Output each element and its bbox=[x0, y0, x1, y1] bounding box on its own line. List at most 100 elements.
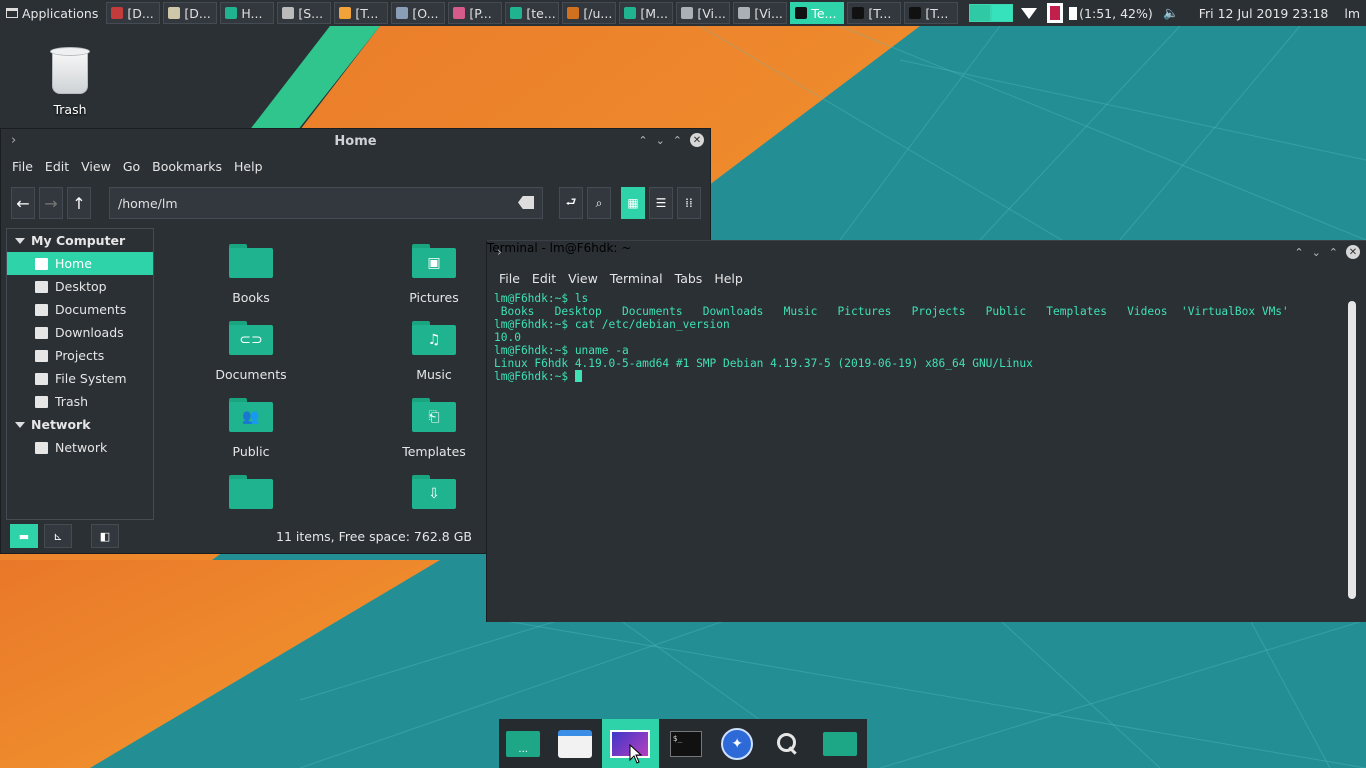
menu-help[interactable]: Help bbox=[714, 271, 743, 286]
expander-icon[interactable] bbox=[15, 237, 25, 244]
compact-view-button[interactable]: ⁞⁞ bbox=[677, 187, 701, 219]
folder-item[interactable]: ⇩ bbox=[374, 475, 489, 520]
toggle-sidebar-button[interactable]: ◧ bbox=[91, 524, 119, 548]
menu-bookmarks[interactable]: Bookmarks bbox=[152, 159, 222, 174]
taskbar-button[interactable]: [M... bbox=[619, 2, 674, 24]
menu-help[interactable]: Help bbox=[234, 159, 263, 174]
sidebar-section-header[interactable]: My Computer bbox=[7, 229, 153, 252]
dock-search-app[interactable] bbox=[764, 719, 812, 768]
desktop-trash[interactable]: Trash bbox=[40, 47, 100, 117]
back-button[interactable]: ← bbox=[11, 187, 35, 219]
sidebar-item-downloads[interactable]: Downloads bbox=[7, 321, 153, 344]
taskbar-button[interactable]: [D... bbox=[163, 2, 218, 24]
taskbar-button-label: [M... bbox=[640, 5, 668, 21]
taskbar-button[interactable]: [P... bbox=[448, 2, 503, 24]
taskbar-button[interactable]: [D... bbox=[106, 2, 161, 24]
document-icon bbox=[35, 303, 48, 316]
minimize-icon[interactable]: ⌄ bbox=[1312, 246, 1321, 259]
folder-item[interactable]: 👥 Public bbox=[191, 398, 311, 459]
menu-file[interactable]: File bbox=[12, 159, 33, 174]
menu-edit[interactable]: Edit bbox=[45, 159, 69, 174]
taskbar-button[interactable]: [T... bbox=[847, 2, 902, 24]
terminal-titlebar[interactable]: › Terminal - lm@F6hdk: ~ ⌃ ⌄ ⌃ ✕ bbox=[487, 241, 1366, 265]
dock-folder-app[interactable]: ... bbox=[499, 719, 547, 768]
applications-menu[interactable]: Applications bbox=[0, 0, 106, 26]
maximize-icon[interactable]: ⌃ bbox=[673, 134, 682, 147]
sidebar-item-trash[interactable]: Trash bbox=[7, 390, 153, 413]
folder-item[interactable]: ⊂⊃ Documents bbox=[191, 321, 311, 382]
taskbar-button[interactable]: [Vi... bbox=[733, 2, 788, 24]
taskbar-button[interactable]: [te... bbox=[505, 2, 560, 24]
minimize-icon[interactable]: ⌄ bbox=[656, 134, 665, 147]
taskbar-button[interactable]: H... bbox=[220, 2, 275, 24]
shade-icon[interactable]: ⌃ bbox=[638, 134, 647, 147]
folder-icon: ♫ bbox=[412, 321, 456, 355]
volume-icon[interactable]: 🔈 bbox=[1159, 2, 1183, 24]
sidebar-item-file-system[interactable]: File System bbox=[7, 367, 153, 390]
toggle-location-button[interactable]: ⮐ bbox=[559, 187, 583, 219]
terminal-scrollbar[interactable] bbox=[1348, 301, 1356, 599]
taskbar-button[interactable]: [O... bbox=[391, 2, 446, 24]
workspace-1[interactable] bbox=[969, 4, 992, 22]
taskbar-button[interactable]: Te... bbox=[790, 2, 845, 24]
folder-label: Books bbox=[232, 290, 270, 305]
dock-files-app[interactable] bbox=[550, 719, 598, 768]
sidebar-item-desktop[interactable]: Desktop bbox=[7, 275, 153, 298]
terminal-output[interactable]: lm@F6hdk:~$ ls Books Desktop Documents D… bbox=[494, 292, 1342, 616]
maximize-icon[interactable]: ⌃ bbox=[1329, 246, 1338, 259]
shade-icon[interactable]: ⌃ bbox=[1294, 246, 1303, 259]
workspace-pager[interactable] bbox=[969, 4, 1014, 22]
user-menu[interactable]: lm bbox=[1344, 6, 1360, 21]
menu-view[interactable]: View bbox=[81, 159, 111, 174]
file-manager-titlebar[interactable]: › Home ⌃ ⌄ ⌃ ✕ bbox=[1, 129, 710, 154]
sidebar-item-projects[interactable]: Projects bbox=[7, 344, 153, 367]
show-tree-button[interactable]: ⊾ bbox=[44, 524, 72, 548]
sidebar-item-documents[interactable]: Documents bbox=[7, 298, 153, 321]
taskbar-button[interactable]: [T... bbox=[334, 2, 389, 24]
clear-location-icon[interactable] bbox=[518, 196, 534, 209]
folder-item[interactable]: ♫ Music bbox=[374, 321, 489, 382]
menu-terminal[interactable]: Terminal bbox=[610, 271, 663, 286]
menu-tabs[interactable]: Tabs bbox=[675, 271, 703, 286]
expander-icon[interactable] bbox=[15, 421, 25, 428]
taskbar-button[interactable]: [T... bbox=[904, 2, 959, 24]
taskbar-button[interactable]: [Vi... bbox=[676, 2, 731, 24]
file-manager-toolbar: ← → ↑ /home/lm ⮐ ⌕ ▦ ☰ ⁞⁞ bbox=[1, 187, 710, 223]
icon-view-button[interactable]: ▦ bbox=[621, 187, 645, 219]
up-button[interactable]: ↑ bbox=[67, 187, 91, 219]
folder-item[interactable] bbox=[191, 475, 311, 520]
menu-go[interactable]: Go bbox=[123, 159, 140, 174]
window-menu-icon[interactable]: › bbox=[11, 133, 16, 148]
folder-item[interactable]: ▣ Pictures bbox=[374, 244, 489, 305]
wifi-icon[interactable] bbox=[1017, 2, 1041, 24]
close-icon[interactable]: ✕ bbox=[1346, 245, 1360, 259]
taskbar: [D... [D... H... [S... [T... [O... [P... [te...… bbox=[106, 0, 961, 26]
search-button[interactable]: ⌕ bbox=[587, 187, 611, 219]
sidebar-item-home[interactable]: Home bbox=[7, 252, 153, 275]
notes-tray-icon[interactable] bbox=[1047, 3, 1064, 23]
list-view-button[interactable]: ☰ bbox=[649, 187, 673, 219]
terminal-prompt-line: lm@F6hdk:~$ bbox=[494, 370, 1342, 383]
dock-home-folder-app[interactable] bbox=[816, 719, 864, 768]
dock-terminal-app[interactable]: $_ bbox=[662, 719, 710, 768]
menu-view[interactable]: View bbox=[568, 271, 598, 286]
battery-indicator[interactable]: (1:51, 42%) bbox=[1069, 6, 1153, 21]
window-menu-icon[interactable]: › bbox=[497, 245, 502, 259]
file-manager-menubar: File Edit View Go Bookmarks Help bbox=[1, 154, 710, 178]
clock[interactable]: Fri 12 Jul 2019 23:18 bbox=[1199, 6, 1329, 21]
dock-browser-app[interactable]: ✦ bbox=[713, 719, 761, 768]
show-places-button[interactable]: ▬ bbox=[10, 524, 38, 548]
forward-button[interactable]: → bbox=[39, 187, 63, 219]
workspace-2[interactable] bbox=[991, 4, 1014, 22]
folder-item[interactable]: Books bbox=[191, 244, 311, 305]
location-bar[interactable]: /home/lm bbox=[109, 187, 543, 219]
menu-edit[interactable]: Edit bbox=[532, 271, 556, 286]
terminal-line: lm@F6hdk:~$ uname -a bbox=[494, 344, 629, 357]
sidebar-section-header[interactable]: Network bbox=[7, 413, 153, 436]
taskbar-button[interactable]: [S... bbox=[277, 2, 332, 24]
folder-item[interactable]: ⎗ Templates bbox=[374, 398, 489, 459]
menu-file[interactable]: File bbox=[499, 271, 520, 286]
taskbar-button[interactable]: [/u... bbox=[562, 2, 617, 24]
sidebar-item-network[interactable]: Network bbox=[7, 436, 153, 459]
close-icon[interactable]: ✕ bbox=[690, 133, 704, 147]
